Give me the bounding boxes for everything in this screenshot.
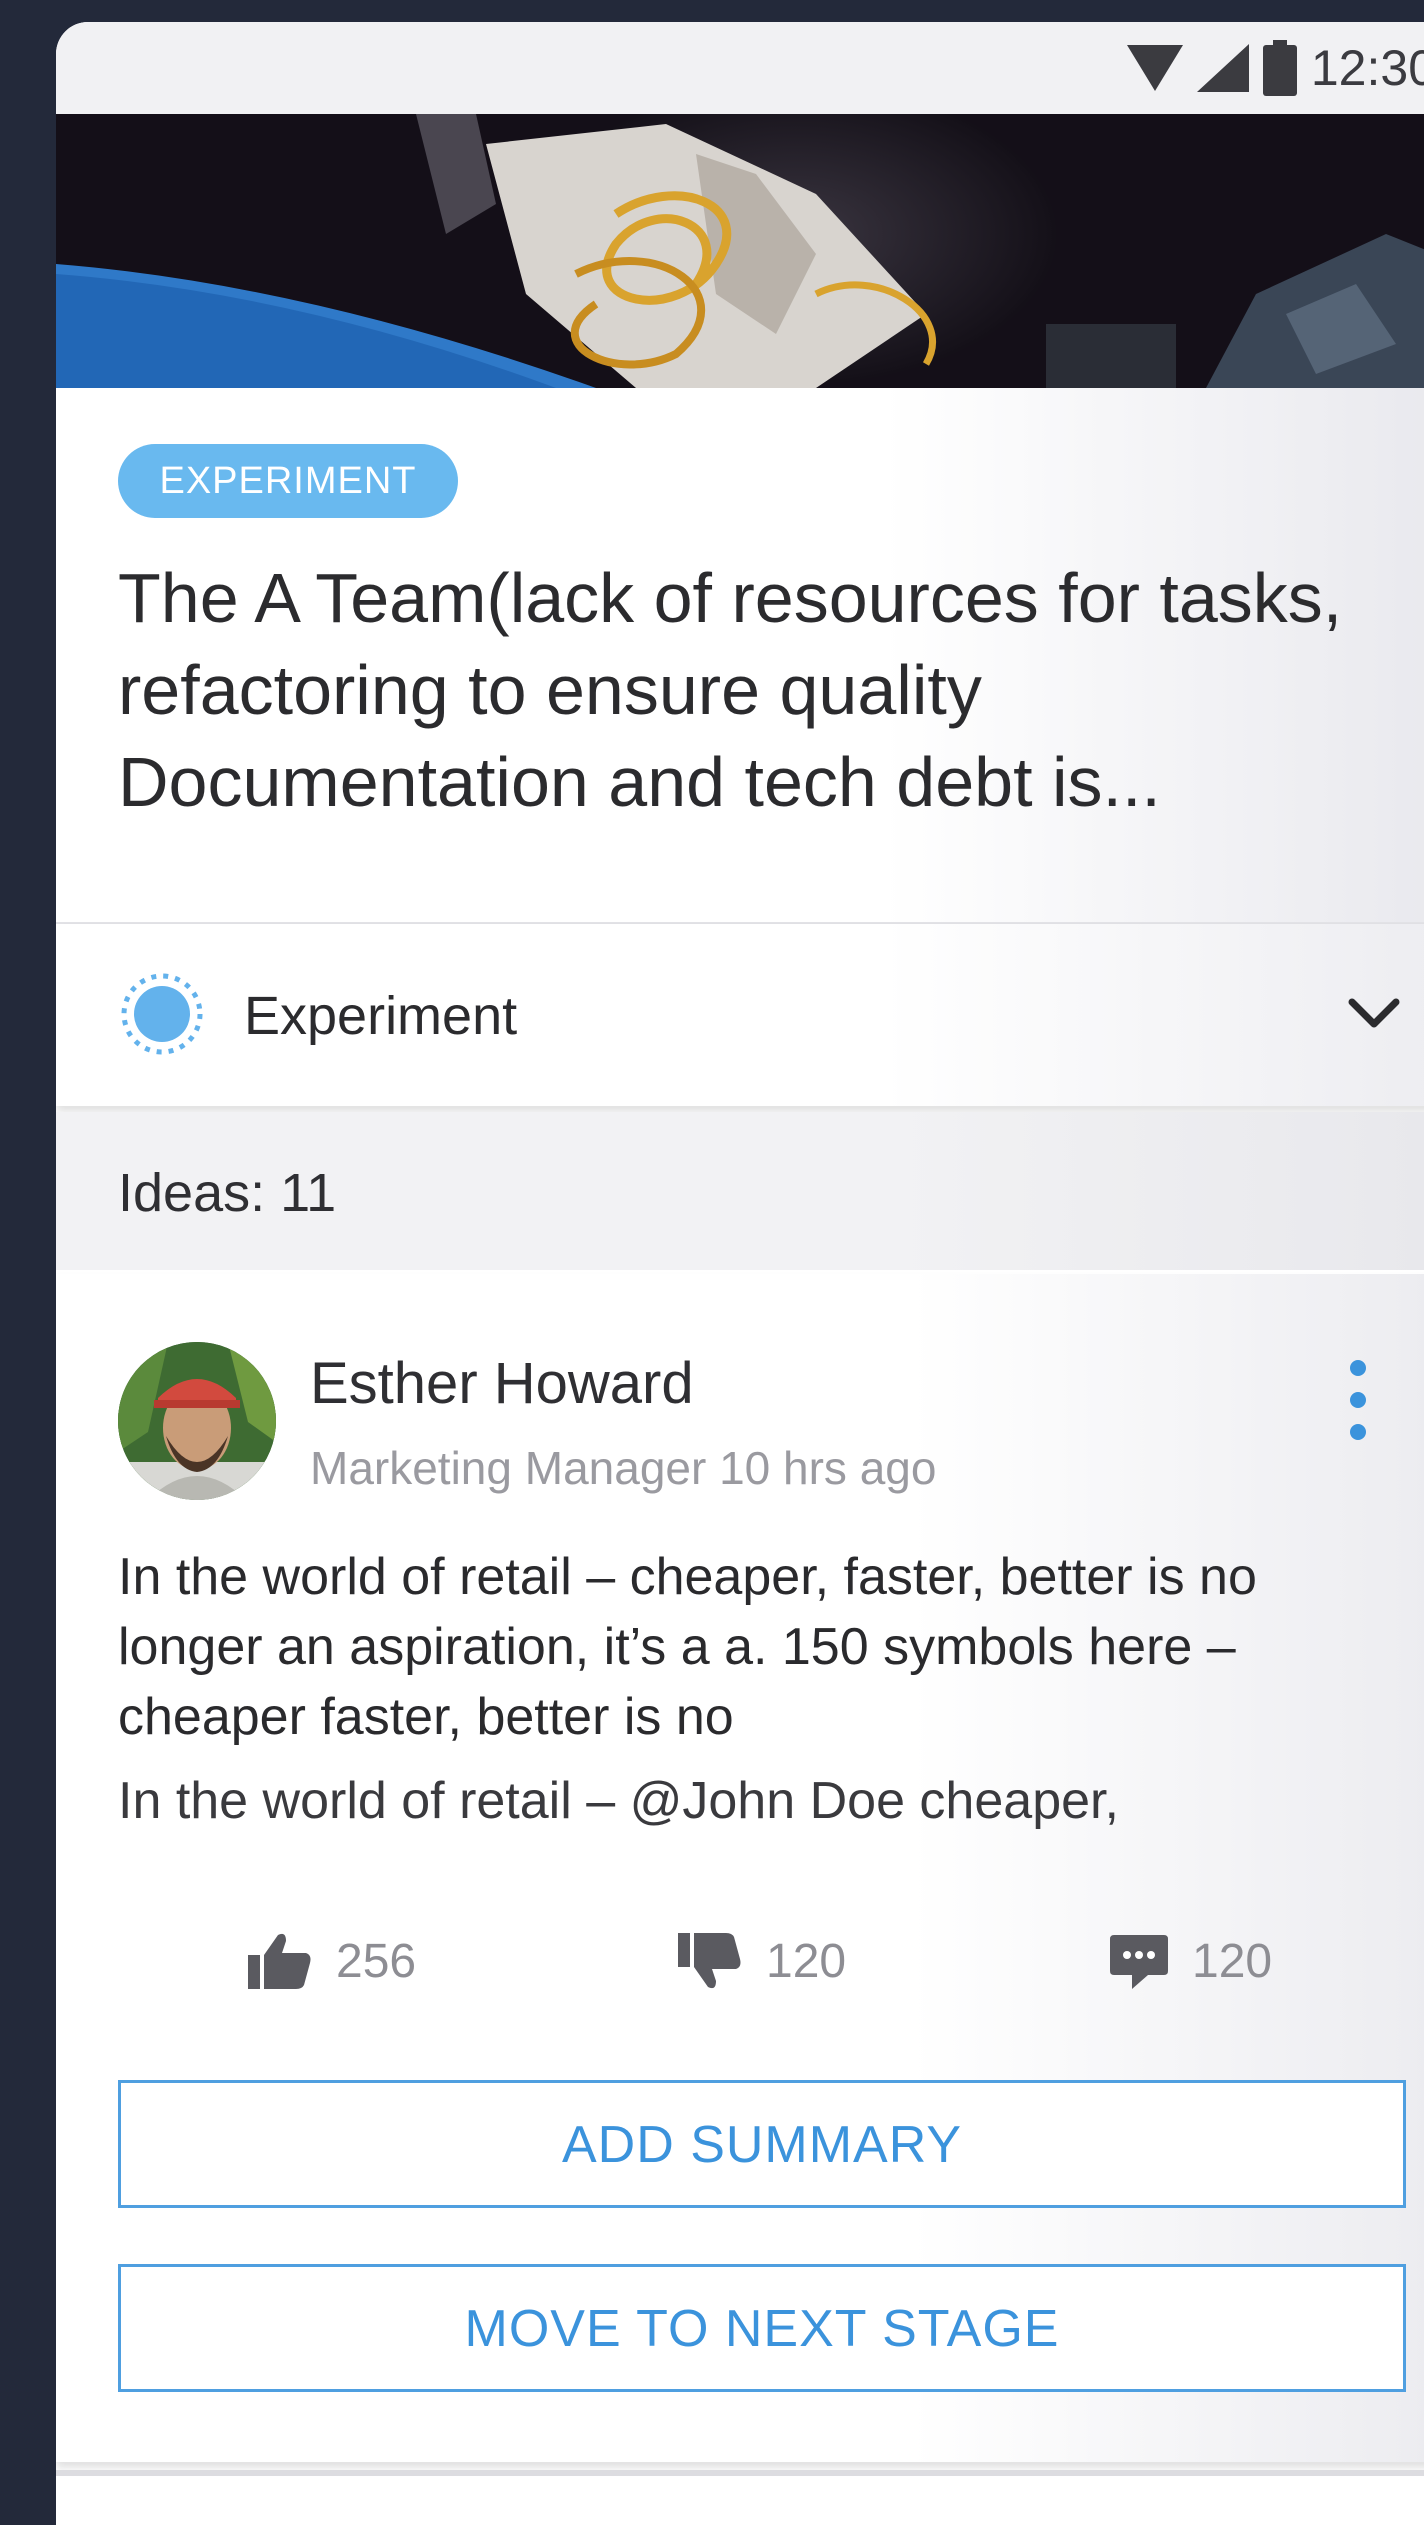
more-options-icon[interactable]: [1336, 1356, 1380, 1444]
hero-image: [56, 114, 1424, 388]
avatar[interactable]: [118, 1342, 276, 1500]
author-name[interactable]: Esther Howard: [310, 1348, 694, 1420]
like-button[interactable]: 256: [248, 1926, 416, 1996]
thumbs-down-icon: [678, 1933, 741, 1989]
idea-post: Esther Howard Marketing Manager 10 hrs a…: [56, 1274, 1424, 2462]
status-bar: 12:30: [56, 22, 1424, 114]
avatar-image: [118, 1342, 276, 1500]
card-title: The A Team(lack of resources for tasks, …: [118, 559, 1343, 821]
signal-icon: [1196, 44, 1249, 92]
ideas-count-row: Ideas: 11: [56, 1112, 1424, 1270]
battery-icon: [1262, 40, 1297, 96]
thumbs-up-icon: [248, 1933, 311, 1989]
dislike-count: 120: [766, 1934, 847, 1988]
chevron-down-icon[interactable]: [1346, 994, 1402, 1034]
stage-selector[interactable]: Experiment: [56, 924, 1424, 1106]
astronaut-image: [56, 114, 1424, 388]
comment-count: 120: [1192, 1934, 1273, 1988]
stage-progress-icon: [121, 973, 203, 1055]
category-chip: EXPERIMENT: [118, 444, 458, 518]
post-body-secondary: In the world of retail – @John Doe cheap…: [118, 1772, 1119, 1830]
comment-button[interactable]: 120: [1110, 1926, 1272, 1996]
status-time: 12:30: [1310, 40, 1424, 96]
divider-bottom: [56, 2470, 1424, 2476]
add-summary-button[interactable]: ADD SUMMARY: [118, 2080, 1406, 2208]
move-to-next-stage-button[interactable]: MOVE TO NEXT STAGE: [118, 2264, 1406, 2392]
author-meta: Marketing Manager 10 hrs ago: [310, 1442, 937, 1494]
stage-label: Experiment: [244, 986, 518, 1046]
comment-icon: [1110, 1935, 1168, 1989]
like-count: 256: [336, 1934, 417, 1988]
ideas-count: Ideas: 11: [118, 1163, 337, 1223]
phone-screen: 12:30 EXPERIMENT The A Team(lack of reso…: [56, 22, 1424, 2525]
wifi-icon: [1126, 45, 1183, 91]
dislike-button[interactable]: 120: [678, 1926, 846, 1996]
post-body: In the world of retail – cheaper, faster…: [118, 1548, 1257, 1746]
